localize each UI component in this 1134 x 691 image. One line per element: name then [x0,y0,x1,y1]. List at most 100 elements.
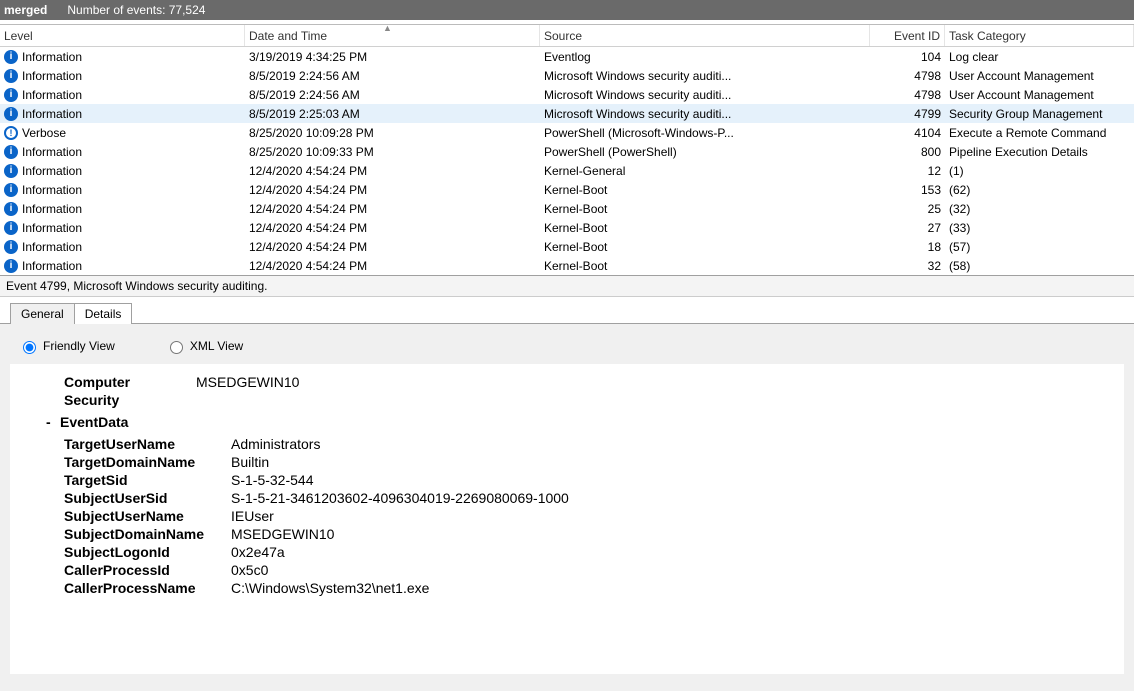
event-row[interactable]: iInformation12/4/2020 4:54:24 PMKernel-B… [0,237,1134,256]
info-icon: i [4,107,18,121]
cell-date: 8/25/2020 10:09:28 PM [245,126,540,140]
eventdata-key: SubjectDomainName [64,526,229,542]
level-text: Information [22,145,82,159]
eventdata-value: S-1-5-21-3461203602-4096304019-226908006… [229,490,569,506]
info-icon: i [4,88,18,102]
cell-task: Log clear [945,50,1134,64]
cell-task: Execute a Remote Command [945,126,1134,140]
cell-source: Kernel-General [540,164,870,178]
xml-view-radio[interactable]: XML View [165,338,243,354]
cell-source: PowerShell (PowerShell) [540,145,870,159]
event-row[interactable]: iInformation12/4/2020 4:54:24 PMKernel-B… [0,218,1134,237]
column-header-level-label: Level [4,29,33,43]
column-header-task[interactable]: Task Category [945,25,1134,46]
event-row[interactable]: iInformation8/5/2019 2:24:56 AMMicrosoft… [0,66,1134,85]
column-header-eventid[interactable]: Event ID [870,25,945,46]
eventdata-key: SubjectUserSid [64,490,229,506]
cell-task: (1) [945,164,1134,178]
eventdata-row: SubjectUserNameIEUser [64,508,1100,524]
event-row[interactable]: iInformation12/4/2020 4:54:24 PMKernel-B… [0,256,1134,275]
eventdata-value: S-1-5-32-544 [229,472,314,488]
event-count: Number of events: 77,524 [67,3,205,17]
info-icon: i [4,50,18,64]
level-text: Information [22,240,82,254]
eventdata-list: TargetUserNameAdministrators TargetDomain… [64,436,1100,596]
title-bar: merged Number of events: 77,524 [0,0,1134,20]
info-icon: i [4,202,18,216]
eventdata-section-header[interactable]: - EventData [64,414,1100,430]
cell-date: 12/4/2020 4:54:24 PM [245,183,540,197]
eventdata-key: CallerProcessName [64,580,229,596]
cell-task: (62) [945,183,1134,197]
level-text: Information [22,164,82,178]
xml-view-radio-input[interactable] [170,341,183,354]
eventdata-value: 0x2e47a [229,544,285,560]
column-header-source-label: Source [544,29,582,43]
details-tabs: General Details [10,303,1134,324]
tab-details[interactable]: Details [74,303,133,324]
friendly-view-label: Friendly View [43,339,115,353]
eventdata-label: EventData [60,414,128,430]
event-row[interactable]: iInformation8/5/2019 2:24:56 AMMicrosoft… [0,85,1134,104]
info-icon: i [4,240,18,254]
column-header-date-label: Date and Time [249,29,327,43]
event-list[interactable]: iInformation3/19/2019 4:34:25 PMEventlog… [0,47,1134,275]
event-row[interactable]: i Information 12/4/2020 4:54:24 PMKernel-B… [0,180,1134,199]
level-text: Information [22,259,82,273]
cell-source: Microsoft Windows security auditi... [540,88,870,102]
xml-view-label: XML View [190,339,243,353]
details-pane: Event 4799, Microsoft Windows security a… [0,275,1134,691]
level-text: Information [22,107,82,121]
eventdata-row: SubjectUserSidS-1-5-21-3461203602-409630… [64,490,1100,506]
cell-eventid: 4798 [870,69,945,83]
column-header-level[interactable]: Level [0,25,245,46]
cell-eventid: 4104 [870,126,945,140]
cell-source: Kernel-Boot [540,221,870,235]
eventdata-value: Administrators [229,436,320,452]
eventdata-row: SubjectDomainNameMSEDGEWIN10 [64,526,1100,542]
cell-eventid: 27 [870,221,945,235]
eventdata-key: CallerProcessId [64,562,229,578]
cell-date: 8/5/2019 2:24:56 AM [245,88,540,102]
event-row[interactable]: iInformation12/4/2020 4:54:24 PMKernel-G… [0,161,1134,180]
cell-source: PowerShell (Microsoft-Windows-P... [540,126,870,140]
level-text: Information [22,69,82,83]
computer-value: MSEDGEWIN10 [194,374,299,390]
detail-content: Computer MSEDGEWIN10 Security - EventDat… [10,364,1124,674]
cell-task: (57) [945,240,1134,254]
level-text: Information [22,202,82,216]
cell-eventid: 12 [870,164,945,178]
event-table-header: Level Date and Time ▲ Source Event ID Ta… [0,25,1134,47]
friendly-view-radio[interactable]: Friendly View [18,338,115,354]
event-row[interactable]: iInformation12/4/2020 4:54:24 PMKernel-B… [0,199,1134,218]
eventdata-row: TargetUserNameAdministrators [64,436,1100,452]
info-icon: i [4,183,18,197]
log-name: merged [4,3,47,17]
eventdata-row: TargetDomainNameBuiltin [64,454,1100,470]
tab-general[interactable]: General [10,303,75,324]
cell-date: 3/19/2019 4:34:25 PM [245,50,540,64]
level-text: Information [22,183,82,197]
level-text: Information [22,221,82,235]
column-header-source[interactable]: Source [540,25,870,46]
friendly-view-radio-input[interactable] [23,341,36,354]
event-row[interactable]: iInformation3/19/2019 4:34:25 PMEventlog… [0,47,1134,66]
column-header-date[interactable]: Date and Time ▲ [245,25,540,46]
event-table: Level Date and Time ▲ Source Event ID Ta… [0,24,1134,275]
view-mode-radios: Friendly View XML View [18,338,1116,354]
eventdata-value: IEUser [229,508,274,524]
cell-date: 12/4/2020 4:54:24 PM [245,202,540,216]
cell-eventid: 25 [870,202,945,216]
cell-eventid: 104 [870,50,945,64]
info-icon: i [4,259,18,273]
cell-source: Kernel-Boot [540,183,870,197]
cell-eventid: 153 [870,183,945,197]
eventdata-row: TargetSidS-1-5-32-544 [64,472,1100,488]
event-row[interactable]: iInformation8/25/2020 10:09:33 PMPowerSh… [0,142,1134,161]
event-row[interactable]: iInformation8/5/2019 2:25:03 AMMicrosoft… [0,104,1134,123]
level-text: Verbose [22,126,66,140]
cell-source: Microsoft Windows security auditi... [540,107,870,121]
event-row[interactable]: !Verbose8/25/2020 10:09:28 PMPowerShell … [0,123,1134,142]
cell-task: (58) [945,259,1134,273]
cell-task: (32) [945,202,1134,216]
